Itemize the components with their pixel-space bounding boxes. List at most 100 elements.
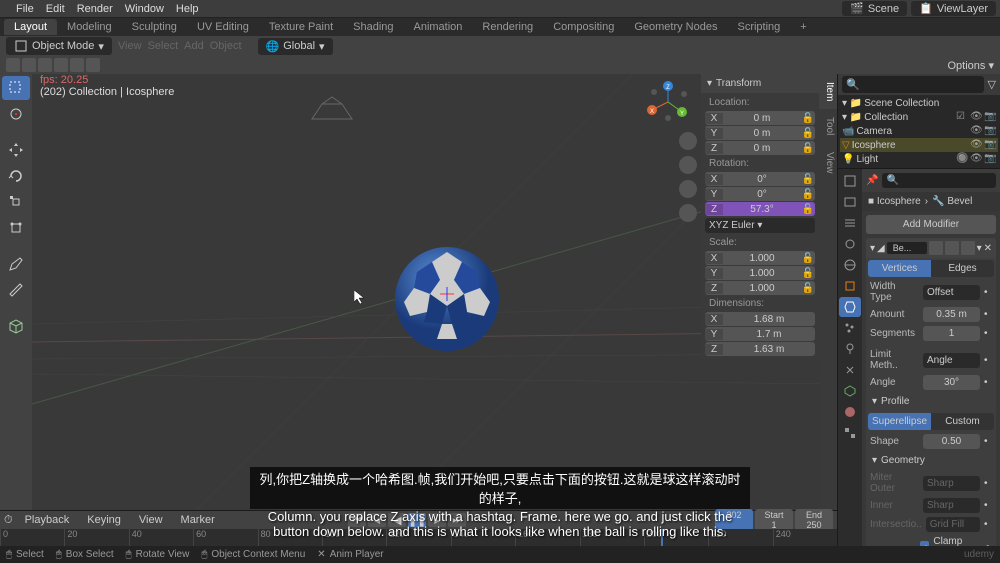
- breadcrumb-seg[interactable]: 🔧 Bevel: [932, 196, 972, 207]
- width-type-field[interactable]: Offset: [923, 285, 980, 300]
- profile-section[interactable]: ▾Profile: [866, 392, 996, 411]
- lock-icon[interactable]: 🔓: [801, 113, 815, 124]
- tree-collection[interactable]: ▾ 📁 Collection☑👁📷: [840, 110, 998, 124]
- tool-move[interactable]: [2, 138, 30, 162]
- viewlayer-selector[interactable]: 📋ViewLayer: [911, 1, 996, 16]
- nav-gizmo[interactable]: X Y Z: [644, 78, 692, 126]
- scale-y[interactable]: Y1.000🔓: [705, 266, 815, 280]
- timeline-editor-icon[interactable]: ⏱: [4, 514, 13, 527]
- outliner-search[interactable]: 🔍: [842, 76, 984, 93]
- tool-annotate[interactable]: [2, 252, 30, 276]
- ptab-modifiers[interactable]: [839, 297, 861, 317]
- ptab-texture[interactable]: [839, 423, 861, 443]
- dim-y[interactable]: Y1.7 m: [705, 327, 815, 341]
- location-y[interactable]: Y0 m🔓: [705, 126, 815, 140]
- menu-object[interactable]: Object: [210, 40, 242, 52]
- modifier-name[interactable]: Be...: [887, 242, 927, 254]
- tab-texture-paint[interactable]: Texture Paint: [259, 19, 343, 35]
- menu-help[interactable]: Help: [176, 3, 199, 15]
- icon-button[interactable]: [38, 58, 52, 72]
- tab-modeling[interactable]: Modeling: [57, 19, 122, 35]
- properties-search[interactable]: 🔍: [882, 173, 996, 188]
- tool-rotate[interactable]: [2, 164, 30, 188]
- ptab-material[interactable]: [839, 402, 861, 422]
- display-icon[interactable]: [929, 241, 943, 255]
- edit-icon[interactable]: [945, 241, 959, 255]
- rotation-mode[interactable]: XYZ Euler ▾: [705, 218, 815, 233]
- ptab-render[interactable]: [839, 171, 861, 191]
- tab-add[interactable]: +: [790, 19, 816, 35]
- filter-icon[interactable]: ▽: [988, 78, 996, 91]
- tab-shading[interactable]: Shading: [343, 19, 403, 35]
- ptab-scene[interactable]: [839, 234, 861, 254]
- lock-icon[interactable]: 🔓: [801, 268, 815, 279]
- zoom-icon[interactable]: [679, 132, 697, 150]
- menu-render[interactable]: Render: [77, 3, 113, 15]
- tab-layout[interactable]: Layout: [4, 19, 57, 35]
- icon-button[interactable]: [22, 58, 36, 72]
- location-z[interactable]: Z0 m🔓: [705, 141, 815, 155]
- tool-transform[interactable]: [2, 216, 30, 240]
- lock-icon[interactable]: 🔓: [801, 189, 815, 200]
- transform-header[interactable]: ▾Transform: [701, 74, 819, 93]
- superellipse-toggle[interactable]: Superellipse: [868, 413, 931, 430]
- ptab-particles[interactable]: [839, 318, 861, 338]
- ptab-physics[interactable]: [839, 339, 861, 359]
- tool-cursor[interactable]: [2, 102, 30, 126]
- lock-icon[interactable]: 🔓: [801, 143, 815, 154]
- icosphere-object[interactable]: [392, 244, 502, 354]
- dim-z[interactable]: Z1.63 m: [705, 342, 815, 356]
- end-frame[interactable]: End 250: [795, 509, 833, 531]
- segments-field[interactable]: 1: [923, 326, 980, 341]
- tool-select-box[interactable]: [2, 76, 30, 100]
- amount-field[interactable]: 0.35 m: [923, 307, 980, 322]
- angle-field[interactable]: 30°: [923, 375, 980, 390]
- rotation-y[interactable]: Y0°🔓: [705, 187, 815, 201]
- menu-view[interactable]: View: [118, 40, 142, 52]
- tool-measure[interactable]: [2, 278, 30, 302]
- icon-button[interactable]: [86, 58, 100, 72]
- dim-x[interactable]: X1.68 m: [705, 312, 815, 326]
- edges-toggle[interactable]: Edges: [931, 260, 994, 277]
- tab-compositing[interactable]: Compositing: [543, 19, 624, 35]
- dropdown-icon[interactable]: ▾: [977, 243, 982, 254]
- tab-rendering[interactable]: Rendering: [472, 19, 543, 35]
- custom-toggle[interactable]: Custom: [931, 413, 994, 430]
- tab-view[interactable]: View: [819, 144, 837, 182]
- scene-selector[interactable]: 🎬Scene: [842, 1, 907, 16]
- ptab-object[interactable]: [839, 276, 861, 296]
- tab-uv-editing[interactable]: UV Editing: [187, 19, 259, 35]
- timeline-marker[interactable]: Marker: [175, 513, 221, 527]
- perspective-icon[interactable]: [679, 204, 697, 222]
- tab-geometry-nodes[interactable]: Geometry Nodes: [624, 19, 727, 35]
- lock-icon[interactable]: 🔓: [801, 283, 815, 294]
- rotation-x[interactable]: X0°🔓: [705, 172, 815, 186]
- lock-icon[interactable]: 🔓: [801, 174, 815, 185]
- options-dropdown[interactable]: Options ▾: [948, 59, 995, 72]
- rotation-z[interactable]: Z57.3°🔓: [705, 202, 815, 216]
- intersections-field[interactable]: Grid Fill: [926, 517, 980, 532]
- tab-scripting[interactable]: Scripting: [727, 19, 790, 35]
- tool-scale[interactable]: [2, 190, 30, 214]
- ptab-data[interactable]: [839, 381, 861, 401]
- tab-animation[interactable]: Animation: [404, 19, 473, 35]
- lock-icon[interactable]: 🔓: [801, 204, 815, 215]
- miter-outer-field[interactable]: Sharp: [923, 476, 980, 491]
- menu-file[interactable]: File: [16, 3, 34, 15]
- pan-icon[interactable]: [679, 156, 697, 174]
- menu-window[interactable]: Window: [125, 3, 164, 15]
- tree-icosphere[interactable]: ▽ Icosphere👁📷: [840, 138, 998, 152]
- inner-field[interactable]: Sharp: [923, 498, 980, 513]
- lock-icon[interactable]: 🔓: [801, 253, 815, 264]
- render-icon[interactable]: [961, 241, 975, 255]
- icon-button[interactable]: [54, 58, 68, 72]
- camera-icon[interactable]: [679, 180, 697, 198]
- menu-select[interactable]: Select: [148, 40, 179, 52]
- breadcrumb-seg[interactable]: ■ Icosphere: [868, 196, 921, 207]
- close-icon[interactable]: ✕: [984, 243, 992, 254]
- tree-light[interactable]: 💡 Light🔘👁📷: [840, 152, 998, 166]
- ptab-constraints[interactable]: [839, 360, 861, 380]
- timeline-playback[interactable]: Playback: [19, 513, 76, 527]
- tree-scene-collection[interactable]: ▾ 📁 Scene Collection: [840, 97, 998, 110]
- vertices-toggle[interactable]: Vertices: [868, 260, 931, 277]
